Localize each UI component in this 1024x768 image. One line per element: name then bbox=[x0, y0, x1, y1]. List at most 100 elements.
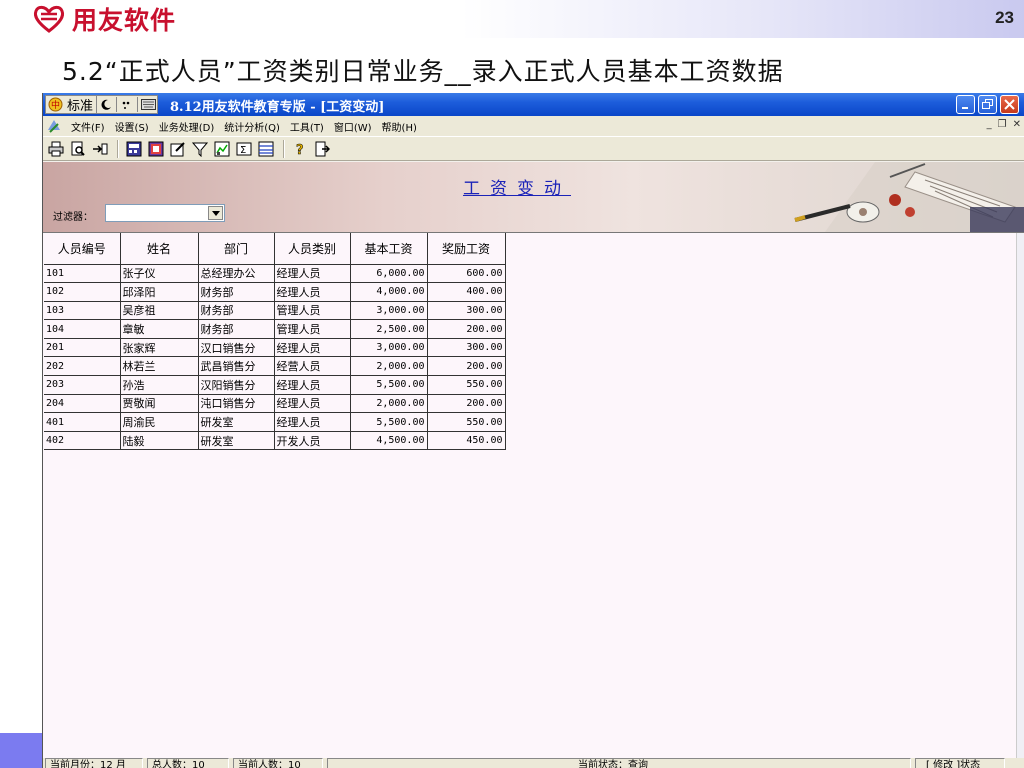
column-header-bonus[interactable]: 奖励工资 bbox=[427, 233, 506, 265]
cell-employee-id[interactable]: 103 bbox=[44, 301, 121, 321]
cell-category[interactable]: 经理人员 bbox=[274, 338, 351, 358]
filter-dropdown-button[interactable] bbox=[208, 206, 223, 220]
cell-employee-id[interactable]: 204 bbox=[44, 394, 121, 414]
table-row[interactable]: 103 吴彦祖 财务部 管理人员 3,000.00 300.00 bbox=[44, 301, 506, 321]
cell-department[interactable]: 财务部 bbox=[198, 282, 275, 302]
menu-settings[interactable]: 设置(S) bbox=[110, 119, 154, 134]
cell-category[interactable]: 经理人员 bbox=[274, 412, 351, 432]
ime-mode-label[interactable]: 标准 bbox=[64, 95, 98, 114]
cell-base-salary[interactable]: 4,000.00 bbox=[350, 282, 428, 302]
help-button[interactable]: ? bbox=[290, 139, 310, 158]
cell-department[interactable]: 财务部 bbox=[198, 319, 275, 339]
cell-department[interactable]: 武昌销售分 bbox=[198, 356, 275, 377]
edit-button[interactable] bbox=[168, 139, 188, 158]
punctuation-icon[interactable] bbox=[118, 96, 136, 113]
minimize-button[interactable] bbox=[956, 95, 975, 114]
output-button[interactable] bbox=[90, 139, 110, 158]
exit-button[interactable] bbox=[312, 139, 332, 158]
cell-name[interactable]: 张子仪 bbox=[120, 264, 199, 284]
cell-base-salary[interactable]: 3,000.00 bbox=[350, 338, 428, 358]
cell-base-salary[interactable]: 2,500.00 bbox=[350, 319, 428, 339]
table-row[interactable]: 203 孙浩 汉阳销售分 经理人员 5,500.00 550.00 bbox=[44, 375, 506, 395]
mdi-restore-icon[interactable]: ❐ bbox=[998, 119, 1007, 130]
cell-bonus[interactable]: 550.00 bbox=[427, 375, 506, 395]
cell-department[interactable]: 研发室 bbox=[198, 412, 275, 432]
mdi-minimize-icon[interactable]: _ bbox=[987, 119, 992, 130]
print-button[interactable] bbox=[46, 139, 66, 158]
print-preview-button[interactable] bbox=[68, 139, 88, 158]
replace-button[interactable]: Σ bbox=[234, 139, 254, 158]
cell-employee-id[interactable]: 401 bbox=[44, 412, 121, 432]
menu-statistics[interactable]: 统计分析(Q) bbox=[219, 119, 285, 134]
column-header-category[interactable]: 人员类别 bbox=[274, 233, 351, 265]
cell-base-salary[interactable]: 4,500.00 bbox=[350, 431, 428, 451]
column-header-employee-id[interactable]: 人员编号 bbox=[44, 233, 121, 265]
cell-bonus[interactable]: 400.00 bbox=[427, 282, 506, 302]
cell-category[interactable]: 经营人员 bbox=[274, 356, 351, 377]
cell-bonus[interactable]: 600.00 bbox=[427, 264, 506, 284]
cell-employee-id[interactable]: 203 bbox=[44, 375, 121, 395]
cell-department[interactable]: 总经理办公 bbox=[198, 264, 275, 284]
set-button[interactable] bbox=[212, 139, 232, 158]
close-button[interactable] bbox=[1000, 95, 1019, 114]
cell-employee-id[interactable]: 402 bbox=[44, 431, 121, 451]
table-row[interactable]: 201 张家辉 汉口销售分 经理人员 3,000.00 300.00 bbox=[44, 338, 506, 358]
cell-bonus[interactable]: 200.00 bbox=[427, 356, 506, 377]
menu-window[interactable]: 窗口(W) bbox=[329, 119, 377, 134]
cell-base-salary[interactable]: 2,000.00 bbox=[350, 394, 428, 414]
cell-name[interactable]: 章敏 bbox=[120, 319, 199, 339]
cell-bonus[interactable]: 200.00 bbox=[427, 319, 506, 339]
table-row[interactable]: 104 章敏 财务部 管理人员 2,500.00 200.00 bbox=[44, 319, 506, 339]
cell-bonus[interactable]: 550.00 bbox=[427, 412, 506, 432]
column-header-name[interactable]: 姓名 bbox=[120, 233, 199, 265]
cell-base-salary[interactable]: 2,000.00 bbox=[350, 356, 428, 377]
filter-button[interactable] bbox=[190, 139, 210, 158]
mdi-close-icon[interactable]: ✕ bbox=[1013, 119, 1021, 130]
cell-base-salary[interactable]: 5,500.00 bbox=[350, 412, 428, 432]
cell-base-salary[interactable]: 5,500.00 bbox=[350, 375, 428, 395]
language-bar[interactable]: 中 标准 bbox=[45, 95, 159, 114]
cell-employee-id[interactable]: 101 bbox=[44, 264, 121, 284]
cell-category[interactable]: 管理人员 bbox=[274, 319, 351, 339]
moon-icon[interactable] bbox=[97, 96, 115, 113]
cell-name[interactable]: 贾敬闻 bbox=[120, 394, 199, 414]
cell-base-salary[interactable]: 6,000.00 bbox=[350, 264, 428, 284]
cell-department[interactable]: 汉阳销售分 bbox=[198, 375, 275, 395]
table-row[interactable]: 102 邱泽阳 财务部 经理人员 4,000.00 400.00 bbox=[44, 282, 506, 302]
calculate-button[interactable] bbox=[124, 139, 144, 158]
table-row[interactable]: 204 贾敬闻 沌口销售分 经理人员 2,000.00 200.00 bbox=[44, 394, 506, 414]
cell-category[interactable]: 开发人员 bbox=[274, 431, 351, 451]
cell-department[interactable]: 汉口销售分 bbox=[198, 338, 275, 358]
cell-name[interactable]: 张家辉 bbox=[120, 338, 199, 358]
column-header-department[interactable]: 部门 bbox=[198, 233, 275, 265]
cell-bonus[interactable]: 300.00 bbox=[427, 338, 506, 358]
cell-name[interactable]: 周渝民 bbox=[120, 412, 199, 432]
cell-employee-id[interactable]: 104 bbox=[44, 319, 121, 339]
cell-name[interactable]: 邱泽阳 bbox=[120, 282, 199, 302]
table-row[interactable]: 101 张子仪 总经理办公 经理人员 6,000.00 600.00 bbox=[44, 264, 506, 284]
cell-category[interactable]: 经理人员 bbox=[274, 264, 351, 284]
cell-department[interactable]: 财务部 bbox=[198, 301, 275, 321]
grid-button[interactable] bbox=[256, 139, 276, 158]
summary-button[interactable] bbox=[146, 139, 166, 158]
table-row[interactable]: 401 周渝民 研发室 经理人员 5,500.00 550.00 bbox=[44, 412, 506, 432]
column-header-base-salary[interactable]: 基本工资 bbox=[350, 233, 428, 265]
restore-button[interactable] bbox=[978, 95, 997, 114]
menu-file[interactable]: 文件(F) bbox=[66, 119, 110, 134]
table-row[interactable]: 402 陆毅 研发室 开发人员 4,500.00 450.00 bbox=[44, 431, 506, 451]
cell-bonus[interactable]: 300.00 bbox=[427, 301, 506, 321]
cell-name[interactable]: 吴彦祖 bbox=[120, 301, 199, 321]
cell-employee-id[interactable]: 202 bbox=[44, 356, 121, 377]
cell-category[interactable]: 经理人员 bbox=[274, 375, 351, 395]
ime-icon[interactable]: 中 bbox=[46, 96, 64, 113]
vertical-scrollbar[interactable] bbox=[1016, 233, 1024, 759]
cell-name[interactable]: 孙浩 bbox=[120, 375, 199, 395]
cell-category[interactable]: 管理人员 bbox=[274, 301, 351, 321]
filter-select[interactable] bbox=[105, 204, 225, 222]
menu-tools[interactable]: 工具(T) bbox=[285, 119, 329, 134]
menu-business[interactable]: 业务处理(D) bbox=[154, 119, 220, 134]
cell-department[interactable]: 沌口销售分 bbox=[198, 394, 275, 414]
cell-category[interactable]: 经理人员 bbox=[274, 394, 351, 414]
cell-base-salary[interactable]: 3,000.00 bbox=[350, 301, 428, 321]
cell-employee-id[interactable]: 201 bbox=[44, 338, 121, 358]
